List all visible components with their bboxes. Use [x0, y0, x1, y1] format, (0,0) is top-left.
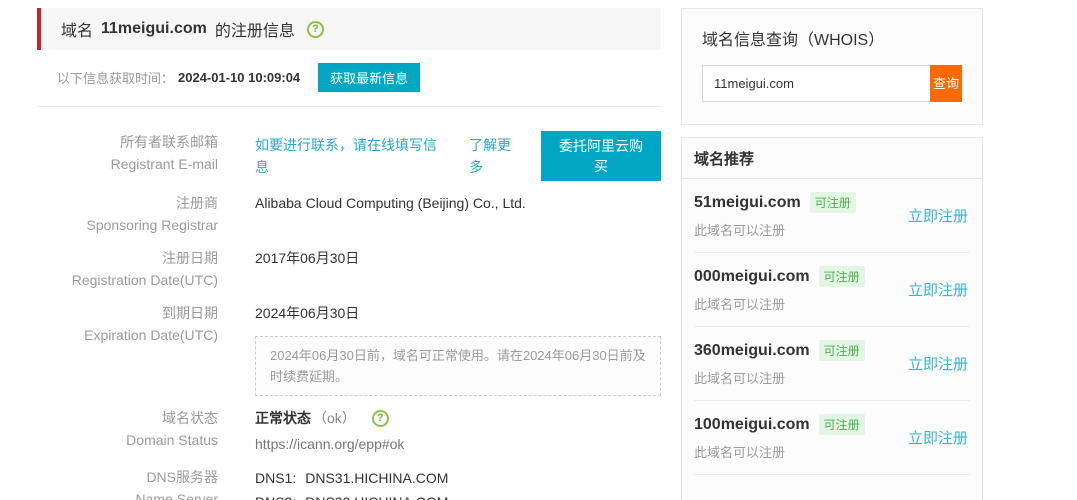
registration-date-value: 2017年06月30日 — [218, 247, 661, 291]
dns1-row: DNS1:DNS31.HICHINA.COM — [255, 466, 661, 490]
availability-badge: 可注册 — [819, 414, 865, 435]
recommend-domain: 51meigui.com — [694, 194, 801, 212]
renewal-notice: 2024年06月30日前，域名可正常使用。请在2024年06月30日前及时续费延… — [255, 336, 661, 396]
domain-recommend-card: 域名推荐 51meigui.com 可注册 此域名可以注册 立即注册 000me… — [681, 137, 983, 500]
fields-list: 所有者联系邮箱 Registrant E-mail 如要进行联系，请在线填写信息… — [37, 131, 661, 500]
recommend-domain: 360meigui.com — [694, 342, 810, 360]
divider — [37, 106, 661, 107]
contact-online-link[interactable]: 如要进行联系，请在线填写信息 — [255, 134, 443, 178]
label-zh: 域名状态 — [37, 407, 218, 429]
learn-more-link[interactable]: 了解更多 — [469, 134, 523, 178]
status-url: https://icann.org/epp#ok — [255, 433, 661, 455]
availability-badge: 可注册 — [810, 192, 856, 213]
label-en: Domain Status — [37, 429, 218, 451]
expiration-date-value: 2024年06月30日 — [255, 302, 661, 324]
domain-info-panel: 域名 11meigui.com 的注册信息 ? 以下信息获取时间： 2024-0… — [37, 8, 661, 500]
field-registration-date: 注册日期 Registration Date(UTC) 2017年06月30日 — [37, 247, 661, 291]
fetch-time-row: 以下信息获取时间： 2024-01-10 10:09:04 获取最新信息 — [37, 63, 661, 92]
whois-search-button[interactable]: 查询 — [930, 65, 962, 102]
recommend-desc: 此域名可以注册 — [694, 442, 908, 461]
recommend-item: 000meigui.com 可注册 此域名可以注册 立即注册 — [694, 253, 970, 327]
availability-badge: 可注册 — [819, 340, 865, 361]
page-title: 域名 11meigui.com 的注册信息 ? — [41, 8, 324, 50]
recommend-item: 51meigui.com 可注册 此域名可以注册 立即注册 — [694, 179, 970, 253]
label-en: Registrant E-mail — [37, 153, 218, 175]
title-suffix: 的注册信息 — [215, 17, 295, 41]
label-zh: 注册日期 — [37, 247, 218, 269]
label-zh: DNS服务器 — [37, 466, 218, 488]
recommend-card-title: 域名推荐 — [682, 138, 982, 179]
entrust-aliyun-buy-button[interactable]: 委托阿里云购买 — [541, 131, 661, 181]
registrar-value: Alibaba Cloud Computing (Beijing) Co., L… — [218, 192, 661, 236]
field-expiration-date: 到期日期 Expiration Date(UTC) 2024年06月30日 20… — [37, 302, 661, 396]
recommend-domain: 100meigui.com — [694, 416, 810, 434]
field-name-server: DNS服务器 Name Server DNS1:DNS31.HICHINA.CO… — [37, 466, 661, 500]
register-now-link[interactable]: 立即注册 — [908, 205, 970, 226]
recommend-item: 360meigui.com 可注册 此域名可以注册 立即注册 — [694, 327, 970, 401]
label-en: Sponsoring Registrar — [37, 214, 218, 236]
whois-search-card: 域名信息查询（WHOIS） 查询 — [681, 8, 983, 125]
recommend-desc: 此域名可以注册 — [694, 294, 908, 313]
recommend-domain: 000meigui.com — [694, 268, 810, 286]
refresh-info-button[interactable]: 获取最新信息 — [318, 63, 420, 92]
domain-status-value: 正常状态 — [255, 407, 311, 429]
fetch-time-value: 2024-01-10 10:09:04 — [178, 70, 300, 85]
field-registrant-email: 所有者联系邮箱 Registrant E-mail 如要进行联系，请在线填写信息… — [37, 131, 661, 181]
whois-search-input[interactable] — [702, 65, 930, 102]
availability-badge: 可注册 — [819, 266, 865, 287]
panel-header: 域名 11meigui.com 的注册信息 ? — [37, 8, 661, 50]
label-en: Name Server — [37, 488, 218, 500]
recommend-desc: 此域名可以注册 — [694, 220, 908, 239]
field-registrar: 注册商 Sponsoring Registrar Alibaba Cloud C… — [37, 192, 661, 236]
register-now-link[interactable]: 立即注册 — [908, 427, 970, 448]
label-zh: 注册商 — [37, 192, 218, 214]
help-icon[interactable]: ? — [372, 410, 389, 427]
domain-status-code: （ok） — [313, 407, 356, 429]
label-en: Expiration Date(UTC) — [37, 324, 218, 346]
title-domain: 11meigui.com — [101, 20, 207, 38]
recommend-desc: 此域名可以注册 — [694, 368, 908, 387]
register-now-link[interactable]: 立即注册 — [908, 353, 970, 374]
label-zh: 所有者联系邮箱 — [37, 131, 218, 153]
whois-card-title: 域名信息查询（WHOIS） — [702, 26, 962, 50]
help-icon[interactable]: ? — [307, 21, 324, 38]
label-en: Registration Date(UTC) — [37, 269, 218, 291]
recommend-item: meigui.com 已注册 — [694, 475, 970, 500]
fetch-time-label: 以下信息获取时间： — [57, 68, 174, 87]
register-now-link[interactable]: 立即注册 — [908, 279, 970, 300]
recommend-item: 100meigui.com 可注册 此域名可以注册 立即注册 — [694, 401, 970, 475]
title-prefix: 域名 — [61, 17, 93, 41]
dns2-row: DNS2:DNS32.HICHINA.COM — [255, 490, 661, 500]
whois-result-page: 域名 11meigui.com 的注册信息 ? 以下信息获取时间： 2024-0… — [0, 0, 1077, 500]
field-domain-status: 域名状态 Domain Status 正常状态 （ok） ? https://i… — [37, 407, 661, 455]
label-zh: 到期日期 — [37, 302, 218, 324]
